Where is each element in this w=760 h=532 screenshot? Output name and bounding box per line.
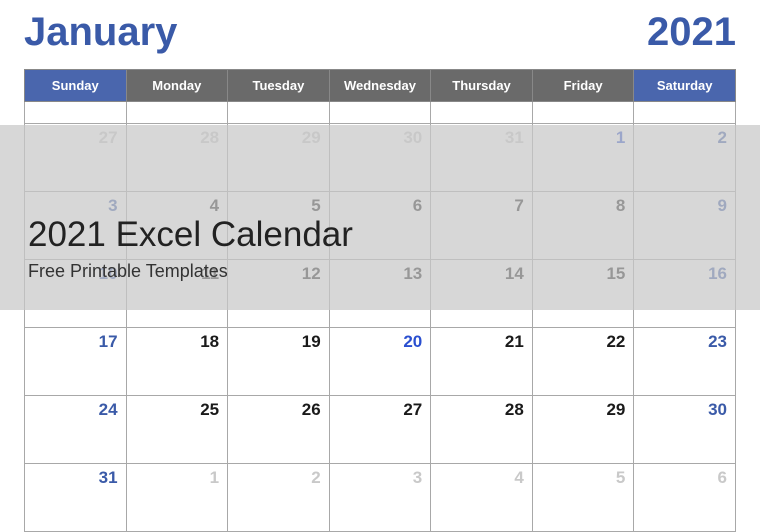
calendar-week-row: 24252627282930 [25,396,736,464]
calendar-day-cell: 31 [25,464,127,532]
calendar-day-cell: 4 [431,464,533,532]
calendar-day-cell: 20 [329,328,431,396]
calendar-header: January 2021 [0,0,760,69]
weekday-header: Tuesday [228,70,330,102]
calendar-day-cell [126,102,228,124]
weekday-header: Friday [532,70,634,102]
calendar-day-cell: 26 [228,396,330,464]
title-overlay: 2021 Excel Calendar Free Printable Templ… [0,125,760,310]
year-title: 2021 [647,10,736,55]
calendar-day-cell: 6 [634,464,736,532]
weekday-header-row: Sunday Monday Tuesday Wednesday Thursday… [25,70,736,102]
month-title: January [24,10,177,55]
calendar-day-cell [431,102,533,124]
calendar-day-cell: 17 [25,328,127,396]
weekday-header: Thursday [431,70,533,102]
calendar-day-cell: 27 [329,396,431,464]
calendar-day-cell: 25 [126,396,228,464]
calendar-day-cell: 28 [431,396,533,464]
calendar-day-cell [228,102,330,124]
calendar-day-cell [634,102,736,124]
calendar-week-row: 31123456 [25,464,736,532]
weekday-header: Monday [126,70,228,102]
weekday-header: Sunday [25,70,127,102]
calendar-day-cell: 19 [228,328,330,396]
overlay-title: 2021 Excel Calendar [28,215,760,255]
calendar-day-cell: 30 [634,396,736,464]
calendar-day-cell: 1 [126,464,228,532]
calendar-day-cell [329,102,431,124]
weekday-header: Saturday [634,70,736,102]
calendar-day-cell: 5 [532,464,634,532]
calendar-day-cell: 29 [532,396,634,464]
overlay-subtitle: Free Printable Templates [28,261,760,282]
calendar-day-cell: 24 [25,396,127,464]
calendar-day-cell: 2 [228,464,330,532]
weekday-header: Wednesday [329,70,431,102]
calendar-day-cell [532,102,634,124]
calendar-week-row [25,102,736,124]
calendar-day-cell: 22 [532,328,634,396]
calendar-day-cell: 18 [126,328,228,396]
calendar-day-cell: 3 [329,464,431,532]
calendar-week-row: 17181920212223 [25,328,736,396]
calendar-day-cell: 23 [634,328,736,396]
calendar-day-cell [25,102,127,124]
calendar-day-cell: 21 [431,328,533,396]
